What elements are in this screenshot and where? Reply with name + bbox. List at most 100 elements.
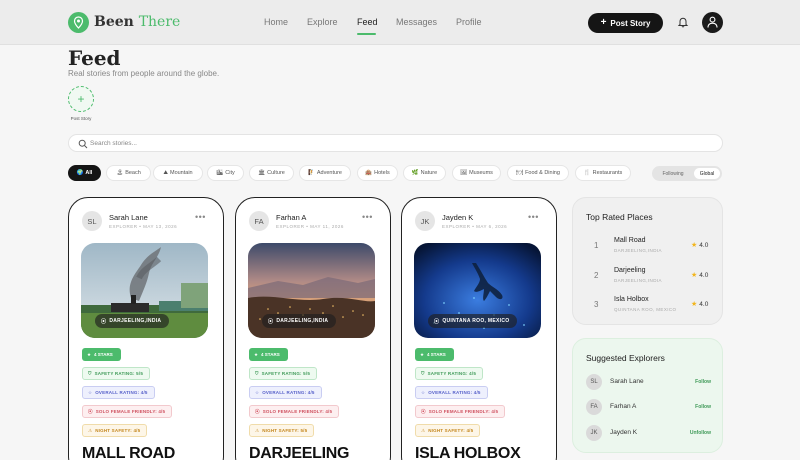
star-icon: ★ (87, 351, 92, 357)
story-photo[interactable]: ⦿ QUINTANA ROO, MEXICO (414, 243, 541, 338)
place-name: Mall Road (614, 237, 646, 244)
safety-rating-tag: ⛉ SAFETY RATING: 5/5 (82, 367, 151, 380)
user-icon (707, 16, 718, 28)
follow-button[interactable]: Follow (695, 404, 711, 410)
explorer-item: SL Sarah Lane Follow (573, 374, 724, 392)
plus-icon: + (77, 92, 85, 106)
post-meta: EXPLORER • MAY 6, 2026 (442, 224, 508, 229)
follow-button[interactable]: Follow (695, 379, 711, 385)
author-avatar[interactable]: FA (249, 211, 269, 231)
search-input[interactable] (90, 137, 710, 150)
star-icon: ★ (691, 301, 698, 308)
user-avatar-button[interactable] (702, 12, 723, 33)
author-avatar[interactable]: JK (415, 211, 435, 231)
filter-chip-all[interactable]: 🌍 All (68, 165, 101, 181)
scope-following[interactable]: Following (655, 168, 691, 179)
post-meta: EXPLORER • MAY 11, 2026 (276, 224, 344, 229)
place-name: Darjeeling (614, 267, 646, 274)
solo-female-tag: ⦿ SOLO FEMALE FRIENDLY: 4/5 (249, 405, 340, 418)
map-pin-icon: ⦿ (268, 318, 274, 325)
filter-chip-food-dining[interactable]: 🍽 Food & Dining (507, 165, 569, 181)
nav-messages[interactable]: Messages (396, 17, 437, 27)
story-title[interactable]: ISLA HOLBOX (415, 445, 521, 460)
panel-title: Suggested Explorers (586, 353, 665, 363)
explorer-item: JK Jayden K Unfollow (573, 425, 724, 443)
filter-chip-city[interactable]: 🏙 City (207, 165, 244, 181)
author-name[interactable]: Farhan A (276, 213, 306, 222)
place-location: DARJEELING,INDIA (614, 278, 662, 283)
page-subtitle: Real stories from people around the glob… (68, 69, 220, 78)
story-title[interactable]: MALL ROAD (82, 445, 175, 460)
place-rating: ★ 4.0 (691, 300, 709, 309)
post-story-button[interactable]: + Post Story (588, 13, 663, 33)
filter-chip-hotels[interactable]: 🏨 Hotels (357, 165, 398, 181)
story-card[interactable]: FA Farhan A EXPLORER • MAY 11, 2026 ••• … (235, 197, 391, 460)
scope-global[interactable]: Global (694, 168, 720, 179)
globe-icon: 🌍 (76, 170, 84, 176)
location-badge[interactable]: ⦿ DARJEELING,INDIA (95, 314, 170, 328)
place-name: Isla Holbox (614, 296, 649, 303)
add-story-button[interactable]: + (68, 86, 94, 112)
explorer-name[interactable]: Farhan A (610, 403, 636, 410)
story-card[interactable]: SL Sarah Lane EXPLORER • MAY 13, 2026 ••… (68, 197, 224, 460)
nav-profile[interactable]: Profile (456, 17, 482, 27)
warning-icon: ⚠ (255, 427, 260, 433)
star-rating-badge: ★ 4 STARS (249, 348, 288, 361)
filter-chip-adventure[interactable]: 🧗 Adventure (299, 165, 351, 181)
filter-chip-beach[interactable]: 🏝 Beach (106, 165, 151, 181)
filter-chip-mountain[interactable]: ⛰ Mountain (153, 165, 203, 181)
explorer-item: FA Farhan A Follow (573, 399, 724, 417)
brand-name[interactable]: Been There (94, 14, 180, 30)
mountain-icon: ⛰ (163, 169, 168, 176)
more-options-icon[interactable]: ••• (195, 212, 206, 222)
story-title[interactable]: DARJEELING (249, 445, 349, 460)
plus-icon: + (600, 17, 607, 28)
warning-icon: ⚠ (88, 427, 93, 433)
map-pin-logo-icon[interactable] (68, 12, 89, 33)
map-pin-icon: ⦿ (434, 318, 440, 325)
filter-chip-restaurants[interactable]: 🍴 Restaurants (575, 165, 631, 181)
explorer-avatar[interactable]: JK (586, 425, 602, 441)
top-place-item[interactable]: 3 Isla Holbox QUINTANA ROO, MEXICO ★ 4.0 (573, 295, 724, 321)
solo-female-tag: ⦿ SOLO FEMALE FRIENDLY: 4/5 (82, 405, 173, 418)
filter-chip-culture[interactable]: 🏛 Culture (249, 165, 294, 181)
location-badge[interactable]: ⦿ DARJEELING,INDIA (262, 314, 337, 328)
more-options-icon[interactable]: ••• (362, 212, 373, 222)
star-rating-badge: ★ 4 STARS (82, 348, 121, 361)
nav-explore[interactable]: Explore (307, 17, 338, 27)
bell-icon[interactable] (677, 16, 689, 28)
explorer-avatar[interactable]: FA (586, 399, 602, 415)
unfollow-button[interactable]: Unfollow (690, 430, 711, 436)
night-safety-tag: ⚠ NIGHT SAFETY: 5/5 (249, 424, 315, 437)
map-pin-icon: ⦿ (101, 318, 107, 325)
explorer-avatar[interactable]: SL (586, 374, 602, 390)
top-place-item[interactable]: 2 Darjeeling DARJEELING,INDIA ★ 4.0 (573, 266, 724, 292)
filter-chip-museums[interactable]: 🖼 Museums (452, 165, 501, 181)
star-icon: ★ (691, 272, 698, 279)
more-options-icon[interactable]: ••• (528, 212, 539, 222)
explorer-name[interactable]: Jayden K (610, 429, 637, 436)
nav-active-indicator (357, 33, 376, 35)
location-badge[interactable]: ⦿ QUINTANA ROO, MEXICO (428, 314, 518, 328)
top-nav-bar: Been There Home Explore Feed Messages Pr… (0, 0, 800, 45)
nav-home[interactable]: Home (264, 17, 288, 27)
safety-rating-tag: ⛉ SAFETY RATING: 4/5 (415, 367, 484, 380)
author-name[interactable]: Sarah Lane (109, 213, 148, 222)
top-place-item[interactable]: 1 Mall Road DARJEELING,INDIA ★ 4.0 (573, 236, 724, 262)
island-icon: 🏝 (116, 170, 124, 176)
story-photo[interactable]: ⦿ DARJEELING,INDIA (248, 243, 375, 338)
place-rank: 1 (594, 241, 599, 250)
pin-icon: ⦿ (255, 408, 260, 414)
story-photo[interactable]: ⦿ DARJEELING,INDIA (81, 243, 208, 338)
nav-feed[interactable]: Feed (357, 17, 378, 27)
explorer-name[interactable]: Sarah Lane (610, 378, 644, 385)
filter-chip-nature[interactable]: 🌿 Nature (403, 165, 446, 181)
author-name[interactable]: Jayden K (442, 213, 473, 222)
top-rated-places-panel: Top Rated Places 1 Mall Road DARJEELING,… (572, 197, 723, 325)
overall-rating-tag: ☆ OVERALL RATING: 4/5 (82, 386, 155, 399)
night-safety-tag: ⚠ NIGHT SAFETY: 4/5 (82, 424, 148, 437)
star-outline-icon: ☆ (421, 389, 426, 395)
author-avatar[interactable]: SL (82, 211, 102, 231)
place-rating: ★ 4.0 (691, 271, 709, 280)
story-card[interactable]: JK Jayden K EXPLORER • MAY 6, 2026 ••• ⦿… (401, 197, 557, 460)
